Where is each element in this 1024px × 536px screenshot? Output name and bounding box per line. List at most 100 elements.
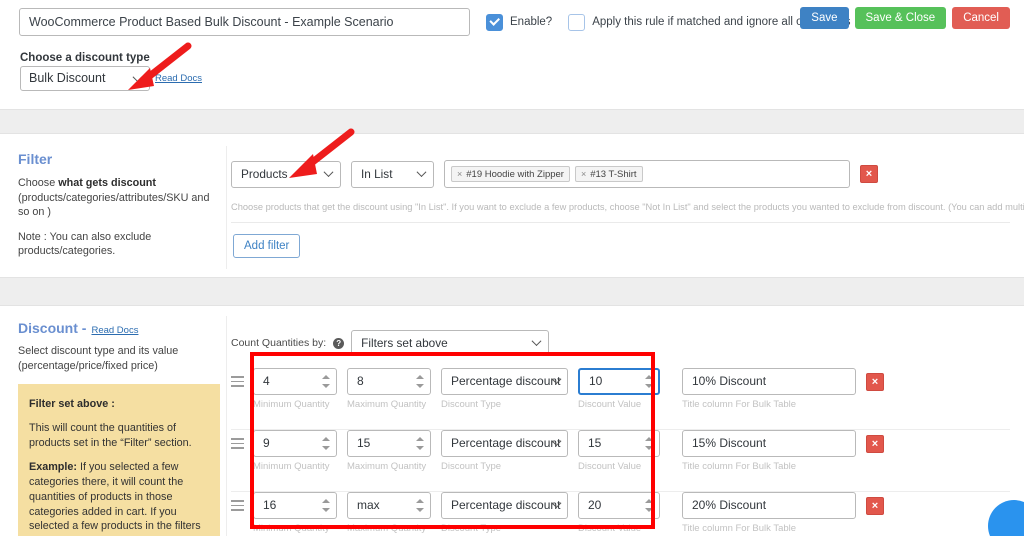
read-docs-link[interactable]: Read Docs (155, 73, 202, 84)
save-button[interactable]: Save (800, 7, 849, 29)
count-quantities-select[interactable]: Filters set above (351, 330, 550, 356)
max-quantity-field[interactable]: 15 Maximum Quantity (347, 430, 431, 472)
min-quantity-field[interactable]: 9 Minimum Quantity (253, 430, 337, 472)
max-quantity-label: Maximum Quantity (347, 399, 427, 410)
bulk-title-field[interactable]: 15% Discount Title column For Bulk Table (682, 430, 856, 472)
delete-rule-button[interactable]: × (866, 435, 884, 453)
save-close-button[interactable]: Save & Close (854, 7, 947, 29)
bulk-title-label: Title column For Bulk Table (682, 523, 797, 534)
filter-desc-post: (products/categories/attributes/SKU and … (18, 191, 210, 219)
discount-value-label: Discount Value (578, 399, 642, 410)
max-quantity-field[interactable]: max Maximum Quantity (347, 492, 431, 534)
bulk-title-input[interactable]: 20% Discount (682, 492, 856, 519)
bulk-title-label: Title column For Bulk Table (682, 399, 797, 410)
filter-desc-pre: Choose (18, 177, 59, 189)
product-tag[interactable]: × #13 T-Shirt (574, 166, 643, 182)
min-quantity-label: Minimum Quantity (253, 461, 330, 472)
drag-handle[interactable] (231, 438, 249, 449)
max-quantity-input[interactable]: 15 (347, 430, 431, 457)
min-quantity-field[interactable]: 16 Minimum Quantity (253, 492, 337, 534)
discount-value-field[interactable]: 10 Discount Value (578, 368, 660, 410)
discount-rule-row: 16 Minimum Quantity max Maximum Quantity… (231, 492, 884, 534)
bulk-title-label: Title column For Bulk Table (682, 461, 797, 472)
count-quantities-label: Count Quantities by: (231, 337, 327, 349)
discount-value-input[interactable]: 20 (578, 492, 660, 519)
discount-value-label: Discount Value (578, 523, 642, 534)
help-icon[interactable]: ? (333, 337, 345, 349)
discount-sidebar: Discount - Read Docs Select discount typ… (18, 320, 220, 536)
discount-heading: Discount - (18, 320, 87, 336)
product-tag-label: #13 T-Shirt (590, 168, 637, 180)
discount-description: Select discount type and its value (perc… (18, 345, 179, 372)
note-title: Filter set above : (29, 398, 115, 411)
title-section: Enable? Apply this rule if matched and i… (0, 0, 1024, 110)
remove-tag-icon[interactable]: × (581, 169, 586, 179)
bulk-title-field[interactable]: 10% Discount Title column For Bulk Table (682, 368, 856, 410)
discount-type-label: Choose a discount type (20, 52, 150, 64)
drag-handle[interactable] (231, 376, 249, 387)
discount-heading-row: Discount - Read Docs (18, 320, 220, 336)
chevron-down-icon (325, 170, 333, 178)
apply-rule-checkbox[interactable] (568, 13, 586, 31)
filter-content: Products In List × #19 Hoodie with Zippe… (226, 146, 1024, 269)
discount-type-label: Discount Type (441, 399, 502, 410)
discount-value-field[interactable]: 20 Discount Value (578, 492, 660, 534)
note-paragraph-1: This will count the quantities of produc… (29, 422, 192, 450)
filter-divider (231, 222, 1010, 223)
chevron-down-icon (134, 75, 142, 83)
filter-desc-bold: what gets discount (58, 177, 156, 189)
cancel-button[interactable]: Cancel (952, 7, 1010, 29)
bulk-title-field[interactable]: 20% Discount Title column For Bulk Table (682, 492, 856, 534)
enable-checkbox-group[interactable]: Enable? (486, 13, 552, 31)
min-quantity-label: Minimum Quantity (253, 523, 330, 534)
max-quantity-label: Maximum Quantity (347, 461, 427, 472)
discount-value-input[interactable]: 10 (578, 368, 660, 395)
discount-type-field[interactable]: Percentage discount Discount Type (441, 368, 568, 410)
max-quantity-input[interactable]: 8 (347, 368, 431, 395)
discount-rule-row: 9 Minimum Quantity 15 Maximum Quantity P… (231, 430, 884, 472)
discount-type-row-select[interactable]: Percentage discount (441, 430, 568, 457)
discount-type-label: Discount Type (441, 523, 502, 534)
remove-tag-icon[interactable]: × (457, 169, 462, 179)
filter-sidebar: Filter Choose what gets discount (produc… (18, 151, 218, 269)
drag-handle[interactable] (231, 500, 249, 511)
discount-read-docs-link[interactable]: Read Docs (91, 325, 138, 336)
min-quantity-input[interactable]: 9 (253, 430, 337, 457)
min-quantity-field[interactable]: 4 Minimum Quantity (253, 368, 337, 410)
discount-type-value: Bulk Discount (29, 71, 106, 85)
discount-type-row-select[interactable]: Percentage discount (441, 492, 568, 519)
min-quantity-input[interactable]: 16 (253, 492, 337, 519)
delete-rule-button[interactable]: × (866, 497, 884, 515)
filter-condition-select[interactable]: In List (351, 160, 434, 188)
rule-title-input[interactable] (19, 8, 470, 36)
discount-section: Discount - Read Docs Select discount typ… (0, 305, 1024, 536)
min-quantity-input[interactable]: 4 (253, 368, 337, 395)
filter-type-value: Products (241, 166, 288, 181)
discount-value-input[interactable]: 15 (578, 430, 660, 457)
discount-type-select[interactable]: Bulk Discount (20, 66, 150, 91)
filter-products-tagbox[interactable]: × #19 Hoodie with Zipper × #13 T-Shirt (444, 160, 850, 188)
discount-content: Count Quantities by: ? Filters set above… (226, 316, 1024, 536)
discount-type-row-select[interactable]: Percentage discount (441, 368, 568, 395)
filter-condition-value: In List (361, 166, 393, 181)
bulk-title-input[interactable]: 15% Discount (682, 430, 856, 457)
chevron-down-icon (418, 170, 426, 178)
enable-checkbox[interactable] (486, 13, 503, 31)
add-filter-button[interactable]: Add filter (233, 234, 301, 258)
discount-value-label: Discount Value (578, 461, 642, 472)
max-quantity-input[interactable]: max (347, 492, 431, 519)
delete-filter-button[interactable]: × (860, 165, 878, 183)
filter-type-select[interactable]: Products (231, 160, 341, 188)
discount-value-field[interactable]: 15 Discount Value (578, 430, 660, 472)
delete-rule-button[interactable]: × (866, 373, 884, 391)
max-quantity-field[interactable]: 8 Maximum Quantity (347, 368, 431, 410)
product-tag[interactable]: × #19 Hoodie with Zipper (451, 166, 570, 182)
discount-type-field[interactable]: Percentage discount Discount Type (441, 492, 568, 534)
note-example-bold: Example: (29, 460, 78, 473)
discount-type-field[interactable]: Percentage discount Discount Type (441, 430, 568, 472)
min-quantity-label: Minimum Quantity (253, 399, 330, 410)
discount-rule-row: 4 Minimum Quantity 8 Maximum Quantity Pe… (231, 368, 884, 410)
bulk-title-input[interactable]: 10% Discount (682, 368, 856, 395)
count-quantities-row: Count Quantities by: ? Filters set above (231, 330, 550, 356)
count-quantities-value: Filters set above (361, 336, 448, 350)
